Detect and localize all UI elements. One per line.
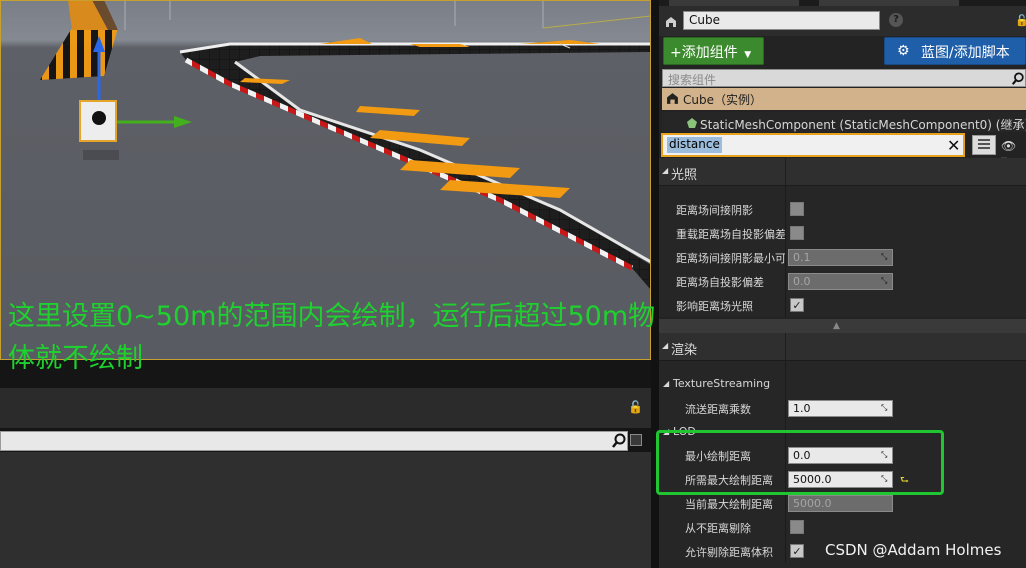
current-max-draw-distance-field: 5000.0	[788, 495, 893, 512]
indirect-shadow-min-visibility-field[interactable]: 0.1 ⤡	[788, 249, 893, 266]
bottom-search-input[interactable]	[0, 431, 628, 451]
actor-name-row: Cube ? 🔓	[659, 6, 1026, 36]
field-value: 1.0	[793, 402, 811, 415]
actor-name-field[interactable]: Cube	[683, 11, 880, 30]
details-search-input[interactable]: distance ✕	[661, 133, 965, 157]
checkbox-allow-cull-distance-volume[interactable]: ✓	[790, 544, 804, 558]
annotation-line-2: 体就不绘制	[8, 343, 143, 374]
column-divider	[785, 539, 786, 563]
property-label: 重载距离场自投影偏差	[676, 228, 786, 241]
static-mesh-icon	[687, 118, 697, 128]
column-divider	[785, 245, 786, 269]
field-value: 0.0	[793, 275, 811, 288]
component-root-label: Cube（实例）	[683, 93, 762, 107]
property-row: 距离场间接阴影最小可 0.1 ⤡	[659, 245, 1026, 269]
property-label: 当前最大绘制距离	[685, 498, 773, 511]
lock-icon[interactable]: 🔓	[628, 400, 643, 414]
property-row: 距离场自投影偏差 0.0 ⤡	[659, 269, 1026, 293]
eye-icon[interactable]: 👁▾	[1001, 139, 1021, 167]
field-value: 5000.0	[793, 497, 832, 510]
component-search-input[interactable]: 搜索组件	[662, 69, 1026, 87]
category-lighting[interactable]: ◢ 光照	[659, 158, 1026, 186]
field-value: 0.1	[793, 251, 811, 264]
property-label: 距离场自投影偏差	[676, 276, 764, 289]
add-component-button[interactable]: +添加组件 ▼	[663, 37, 764, 65]
expand-icon: ⤡	[881, 252, 888, 261]
property-label: 流送距离乘数	[685, 403, 751, 416]
property-row: 从不距离剔除	[659, 515, 1026, 539]
checkbox-never-distance-cull[interactable]	[790, 520, 804, 534]
component-tree-item[interactable]: StaticMeshComponent (StaticMeshComponent…	[662, 112, 1026, 132]
save-icon[interactable]	[630, 434, 642, 446]
search-icon[interactable]	[611, 433, 627, 449]
property-row: 距离场间接阴影	[659, 197, 1026, 221]
blueprint-script-label: 蓝图/添加脚本	[921, 45, 1010, 61]
property-label: 允许剔除距离体积	[685, 546, 773, 559]
close-icon[interactable]: ✕	[947, 136, 960, 155]
column-divider	[785, 221, 786, 245]
bottom-panel: 🔓	[0, 360, 651, 568]
column-divider	[785, 515, 786, 539]
checkbox-override-self-shadow-bias[interactable]	[790, 226, 804, 240]
highlight-box	[656, 430, 944, 495]
property-row: 重载距离场自投影偏差	[659, 221, 1026, 245]
expand-icon: ⤡	[881, 276, 888, 285]
property-label: 从不距离剔除	[685, 522, 751, 535]
column-divider	[785, 396, 786, 420]
add-component-label: +添加组件	[670, 45, 738, 61]
column-divider	[785, 269, 786, 293]
details-search-value: distance	[667, 137, 722, 153]
property-label: 距离场间接阴影	[676, 204, 753, 217]
bottom-panel-header	[0, 388, 651, 428]
streaming-distance-multiplier-field[interactable]: 1.0 ⤡	[788, 400, 893, 417]
collapse-arrow-icon: ◢	[663, 379, 670, 388]
collapse-up-icon: ▲	[833, 321, 840, 331]
column-divider	[785, 197, 786, 221]
component-tree-root[interactable]: Cube（实例）	[662, 88, 1026, 110]
gear-icon: ⚙	[897, 43, 910, 59]
chevron-down-icon: ▼	[744, 50, 752, 60]
collapse-arrow-icon: ◢	[662, 166, 669, 175]
annotation-line-1: 这里设置0~50m的范围内会绘制，运行后超过50m物	[8, 301, 656, 332]
actor-icon	[666, 17, 676, 27]
actor-icon	[667, 93, 678, 104]
lock-icon[interactable]: 🔓	[1015, 14, 1026, 27]
checkbox-distance-field-indirect-shadow[interactable]	[790, 202, 804, 216]
help-icon[interactable]: ?	[889, 13, 903, 27]
category-lighting-label: 光照	[671, 168, 698, 183]
search-icon[interactable]	[1011, 72, 1025, 86]
property-label: 距离场间接阴影最小可	[676, 252, 786, 265]
checkbox-affect-distance-field-lighting[interactable]: ✓	[790, 298, 804, 312]
property-row: 流送距离乘数 1.0 ⤡	[659, 396, 1026, 420]
column-divider	[785, 158, 786, 186]
blueprint-script-button[interactable]: ⚙ 蓝图/添加脚本	[884, 37, 1026, 65]
component-child-label: StaticMeshComponent (StaticMeshComponent…	[700, 118, 1026, 132]
bottom-panel-body	[0, 452, 651, 568]
spacer-row	[659, 186, 1026, 210]
grid-icon[interactable]	[972, 135, 996, 155]
self-shadow-bias-field[interactable]: 0.0 ⤡	[788, 273, 893, 290]
component-button-row: +添加组件 ▼ ⚙ 蓝图/添加脚本	[659, 36, 1026, 66]
watermark: CSDN @Addam Holmes	[825, 541, 1002, 559]
expand-icon: ⤡	[881, 403, 888, 412]
annotation-text: 这里设置0~50m的范围内会绘制，运行后超过50m物 体就不绘制	[8, 296, 788, 380]
